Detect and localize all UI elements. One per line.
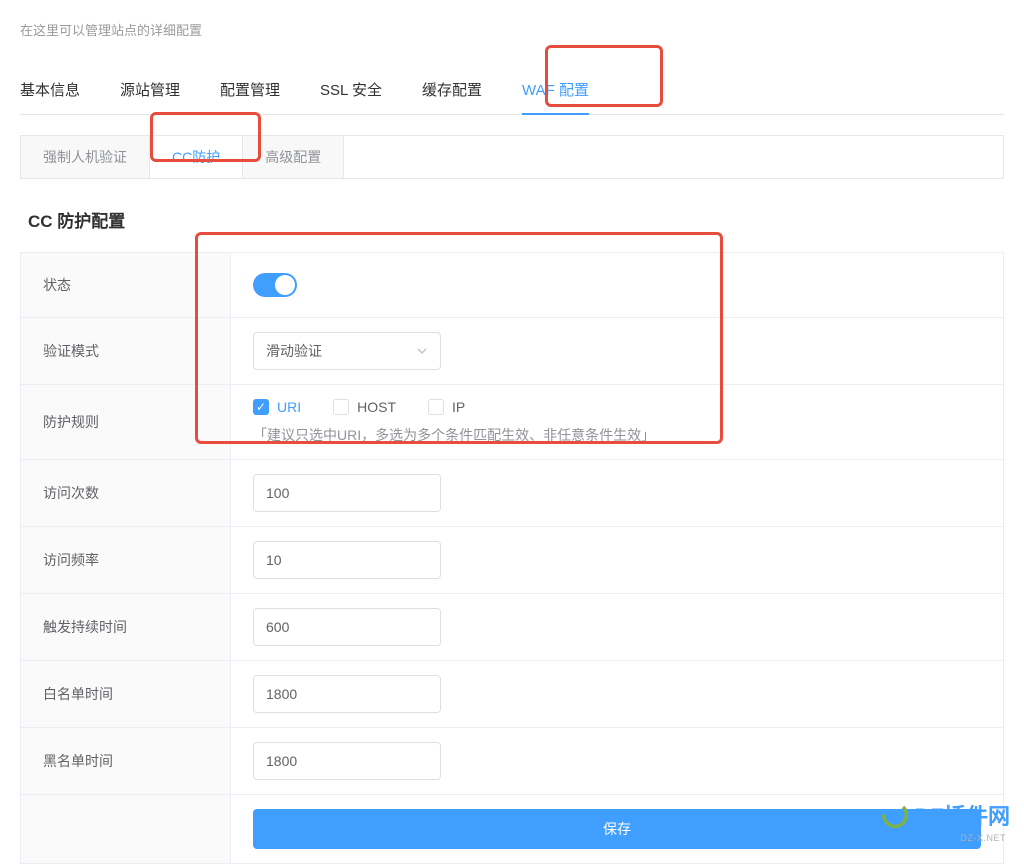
checkbox-label: URI	[277, 399, 301, 415]
label-empty	[21, 795, 231, 863]
section-title: CC 防护配置	[28, 207, 1004, 232]
label-protect-rule: 防护规则	[21, 385, 231, 459]
sub-tabs: 强制人机验证 CC防护 高级配置	[20, 135, 1004, 179]
label-verify-mode: 验证模式	[21, 318, 231, 384]
checkbox-icon: ✓	[253, 399, 269, 415]
checkbox-uri[interactable]: ✓ URI	[253, 399, 301, 415]
verify-mode-select[interactable]: 滑动验证	[253, 332, 441, 370]
watermark-subtext: DZ-X.NET	[961, 833, 1007, 843]
visit-count-input-group	[253, 474, 441, 512]
blacklist-time-input[interactable]	[254, 743, 441, 779]
checkbox-host[interactable]: HOST	[333, 399, 396, 415]
chevron-down-icon	[416, 345, 428, 357]
row-visit-freq: 访问频率 秒	[21, 527, 1003, 594]
protect-rule-hint: 「建议只选中URI，多选为多个条件匹配生效、非任意条件生效」	[253, 425, 981, 445]
tab-ssl-security[interactable]: SSL 安全	[320, 67, 382, 114]
main-tabs: 基本信息 源站管理 配置管理 SSL 安全 缓存配置 WAF 配置	[20, 67, 1004, 115]
row-whitelist-time: 白名单时间 秒	[21, 661, 1003, 728]
label-whitelist-time: 白名单时间	[21, 661, 231, 727]
save-button[interactable]: 保存	[253, 809, 981, 849]
trigger-duration-input[interactable]	[254, 609, 441, 645]
watermark: DZ插件网	[881, 799, 1010, 831]
row-blacklist-time: 黑名单时间 秒	[21, 728, 1003, 795]
label-blacklist-time: 黑名单时间	[21, 728, 231, 794]
form-table: 状态 验证模式 滑动验证 防护规则 ✓ URI	[20, 252, 1004, 864]
row-visit-count: 访问次数	[21, 460, 1003, 527]
tab-cache-config[interactable]: 缓存配置	[422, 67, 482, 114]
visit-count-input[interactable]	[254, 475, 441, 511]
checkbox-icon	[428, 399, 444, 415]
checkbox-ip[interactable]: IP	[428, 399, 465, 415]
visit-freq-input-group: 秒	[253, 541, 441, 579]
row-protect-rule: 防护规则 ✓ URI HOST IP 「建议只选中URI，多选为多个条件匹配生效…	[21, 385, 1003, 460]
protect-rule-options: ✓ URI HOST IP	[253, 399, 981, 415]
watermark-logo-icon	[881, 801, 909, 829]
toggle-knob-icon	[275, 275, 295, 295]
whitelist-time-input[interactable]	[254, 676, 441, 712]
row-save: 保存	[21, 795, 1003, 863]
sub-tab-captcha[interactable]: 强制人机验证	[21, 136, 150, 178]
select-value: 滑动验证	[266, 341, 322, 361]
sub-tab-cc-protect[interactable]: CC防护	[150, 136, 243, 178]
row-verify-mode: 验证模式 滑动验证	[21, 318, 1003, 385]
checkbox-icon	[333, 399, 349, 415]
tab-basic-info[interactable]: 基本信息	[20, 67, 80, 114]
tab-config-manage[interactable]: 配置管理	[220, 67, 280, 114]
label-status: 状态	[21, 253, 231, 317]
row-trigger-duration: 触发持续时间 秒	[21, 594, 1003, 661]
sub-tab-advanced[interactable]: 高级配置	[243, 136, 344, 178]
label-trigger-duration: 触发持续时间	[21, 594, 231, 660]
checkbox-label: HOST	[357, 399, 396, 415]
blacklist-time-input-group: 秒	[253, 742, 441, 780]
row-status: 状态	[21, 253, 1003, 318]
watermark-text: DZ插件网	[915, 799, 1010, 831]
label-visit-count: 访问次数	[21, 460, 231, 526]
checkbox-label: IP	[452, 399, 465, 415]
whitelist-time-input-group: 秒	[253, 675, 441, 713]
visit-freq-input[interactable]	[254, 542, 441, 578]
status-toggle[interactable]	[253, 273, 297, 297]
label-visit-freq: 访问频率	[21, 527, 231, 593]
tab-waf-config[interactable]: WAF 配置	[522, 67, 589, 114]
page-subtitle: 在这里可以管理站点的详细配置	[20, 20, 1004, 39]
tab-origin-manage[interactable]: 源站管理	[120, 67, 180, 114]
trigger-duration-input-group: 秒	[253, 608, 441, 646]
